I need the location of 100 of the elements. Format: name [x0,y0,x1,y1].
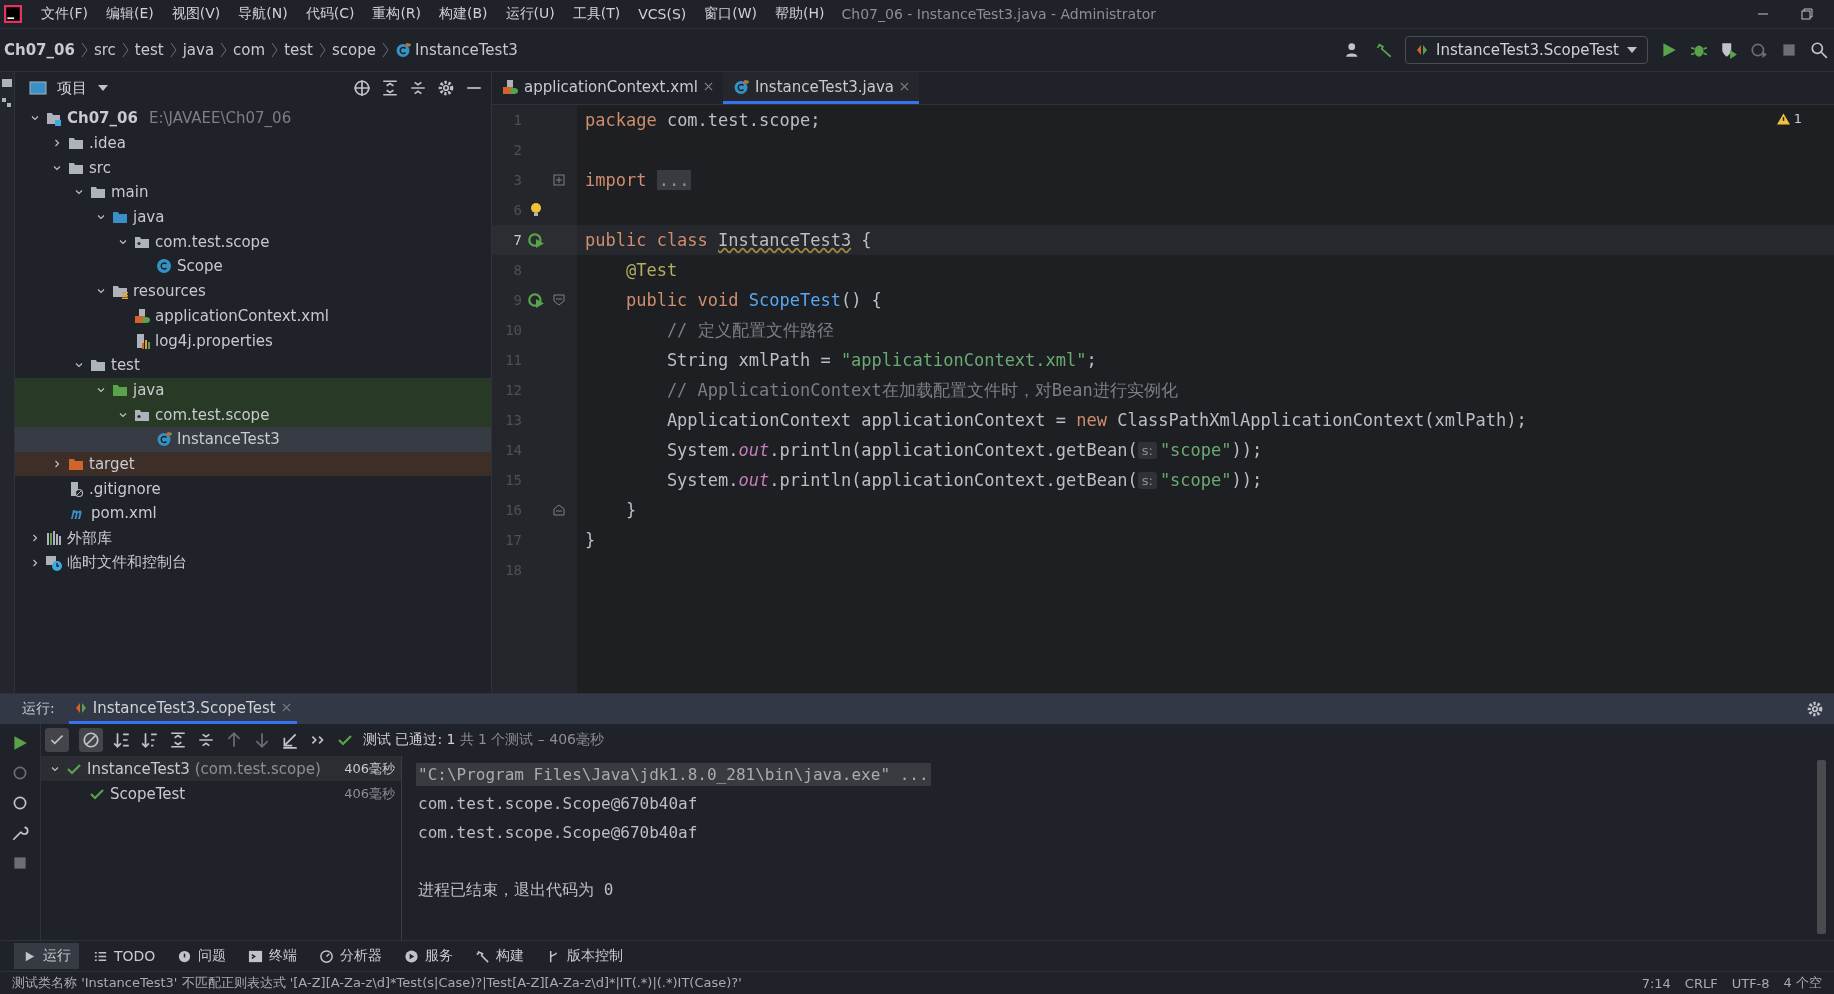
code-line: ApplicationContext applicationContext = new ClassPathXmlApplicationContext(xmlPath); [665,410,1527,430]
rerun-icon[interactable] [11,734,29,752]
tool-window-button[interactable]: 服务 [396,943,462,969]
warning-count[interactable]: 1 [1776,111,1802,126]
restore-icon[interactable] [1800,7,1814,21]
menu-item[interactable]: 重构(R) [363,5,431,23]
close-icon[interactable] [900,82,910,91]
structure-icon[interactable] [2,98,12,108]
tree-item[interactable]: Scope [15,254,491,279]
menu-item[interactable]: 工具(T) [563,5,630,23]
tree-item[interactable]: main [15,180,491,205]
tool-window-button[interactable]: TODO [85,944,164,968]
menu-item[interactable]: VCS(S) [629,6,696,22]
expand-all-icon[interactable] [381,79,399,97]
tool-window-button[interactable]: 问题 [169,943,235,969]
tree-item[interactable]: pom.xml [15,501,491,526]
status-message: 测试类名称 'InstanceTest3' 不匹配正则表达式 '[A-Z][A-Za-z\d]*Test(s|Case)?|Test[A-Z][A-Za-z\d]*|IT(.*)|(.*)IT(Case)?' [12,974,743,992]
close-icon[interactable] [703,82,713,91]
menu-item[interactable]: 运行(U) [496,5,564,23]
breadcrumb[interactable]: test [134,41,164,59]
fold-end-icon [553,504,565,516]
tool-window-button[interactable]: 分析器 [311,943,391,969]
locate-icon[interactable] [353,79,371,97]
menu-item[interactable]: 编辑(E) [97,5,163,23]
tree-item[interactable]: com.test.scope [15,229,491,255]
arrow-up-icon[interactable] [225,731,243,749]
expand-all-icon[interactable] [169,731,187,749]
stop-icon[interactable] [1780,41,1798,59]
tree-item[interactable]: target [15,451,491,477]
tree-item[interactable]: src [15,155,491,181]
menu-item[interactable]: 视图(V) [162,5,230,23]
status-item[interactable]: 7:14 [1641,975,1671,991]
tool-window-button[interactable]: 终端 [240,943,306,969]
menu-item[interactable]: 文件(F) [32,5,97,23]
breadcrumb[interactable]: test [284,41,313,59]
run-tab[interactable]: InstanceTest3.ScopeTest [68,694,297,724]
sort-duration-icon[interactable] [141,731,159,749]
ignore-file-icon [68,480,84,497]
settings-icon[interactable] [437,79,455,97]
tree-item[interactable]: log4j.properties [15,328,491,353]
tree-item[interactable]: test [15,352,491,378]
status-item[interactable]: 4 个空 [1783,974,1822,992]
wrench-icon[interactable] [11,824,29,842]
settings-icon[interactable] [1806,700,1824,718]
menu-item[interactable]: 代码(C) [296,5,364,23]
profile-icon[interactable] [1750,41,1768,59]
toggle-auto-test-icon[interactable] [11,794,29,812]
collapse-all-icon[interactable] [197,731,215,749]
breadcrumb[interactable]: java [182,41,215,59]
panel-icon [29,80,47,96]
tree-item[interactable]: applicationContext.xml [15,303,491,329]
coverage-icon[interactable] [1720,41,1738,59]
tree-item[interactable]: 外部库 [15,525,491,551]
breadcrumb[interactable]: com [233,41,266,59]
breadcrumb[interactable]: Ch07_06 [4,41,75,59]
run-config-dropdown[interactable]: InstanceTest3.ScopeTest [1405,36,1648,64]
tree-item[interactable]: Ch07_06 E:\JAVAEE\Ch07_06 [15,106,491,131]
menu-item[interactable]: 帮助(H) [766,5,834,23]
tree-item[interactable]: com.test.scope [15,402,491,427]
close-icon[interactable] [281,703,291,712]
panel-title[interactable]: 项目 [57,78,87,98]
folder-icon [90,357,106,374]
search-icon[interactable] [1810,41,1828,59]
hammer-icon[interactable] [1375,41,1394,59]
chevron-icon [220,42,228,58]
breadcrumb[interactable]: InstanceTest3 [394,41,518,59]
editor-tab[interactable]: applicationContext.xml [492,72,723,104]
breadcrumb[interactable]: src [93,41,116,59]
tree-item[interactable]: 临时文件和控制台 [15,550,491,576]
tree-item[interactable]: .idea [15,130,491,156]
tool-window-button[interactable]: 版本控制 [538,943,632,969]
scrollbar[interactable] [1817,760,1826,934]
import-icon[interactable] [281,731,299,749]
test-item[interactable]: InstanceTest3 (com.test.scope) 406毫秒 [41,756,401,781]
stop-icon[interactable] [11,854,29,872]
tree-item[interactable]: resources [15,278,491,304]
menu-item[interactable]: 构建(B) [430,5,497,23]
status-item[interactable]: CRLF [1684,975,1718,991]
test-item[interactable]: ScopeTest 406毫秒 [41,781,401,806]
editor-tab[interactable]: InstanceTest3.java [722,72,920,104]
menu-item[interactable]: 导航(N) [229,5,297,23]
status-item[interactable]: UTF-8 [1731,975,1770,991]
dropdown-caret-icon[interactable] [97,84,109,92]
folder-icon[interactable] [2,78,12,88]
tool-window-button[interactable]: 构建 [467,943,533,969]
breadcrumb[interactable]: scope [331,41,376,59]
tree-item[interactable]: java [15,204,491,230]
sort-alpha-icon[interactable] [113,731,131,749]
ignored-icon[interactable] [82,731,100,749]
console-line: 进程已结束，退出代码为 0 [417,879,615,901]
rerun-failed-icon[interactable] [11,764,29,782]
arrow-down-icon[interactable] [253,731,271,749]
collapse-all-icon[interactable] [409,79,427,97]
tree-item[interactable]: .gitignore [15,476,491,501]
code-line: package com.test.scope; [584,110,821,130]
tree-item[interactable]: InstanceTest3 [15,426,491,452]
tool-window-button[interactable]: 运行 [14,943,79,969]
tree-item[interactable]: java [15,377,491,403]
run-icon[interactable] [1660,41,1678,59]
menu-item[interactable]: 窗口(W) [695,5,767,23]
